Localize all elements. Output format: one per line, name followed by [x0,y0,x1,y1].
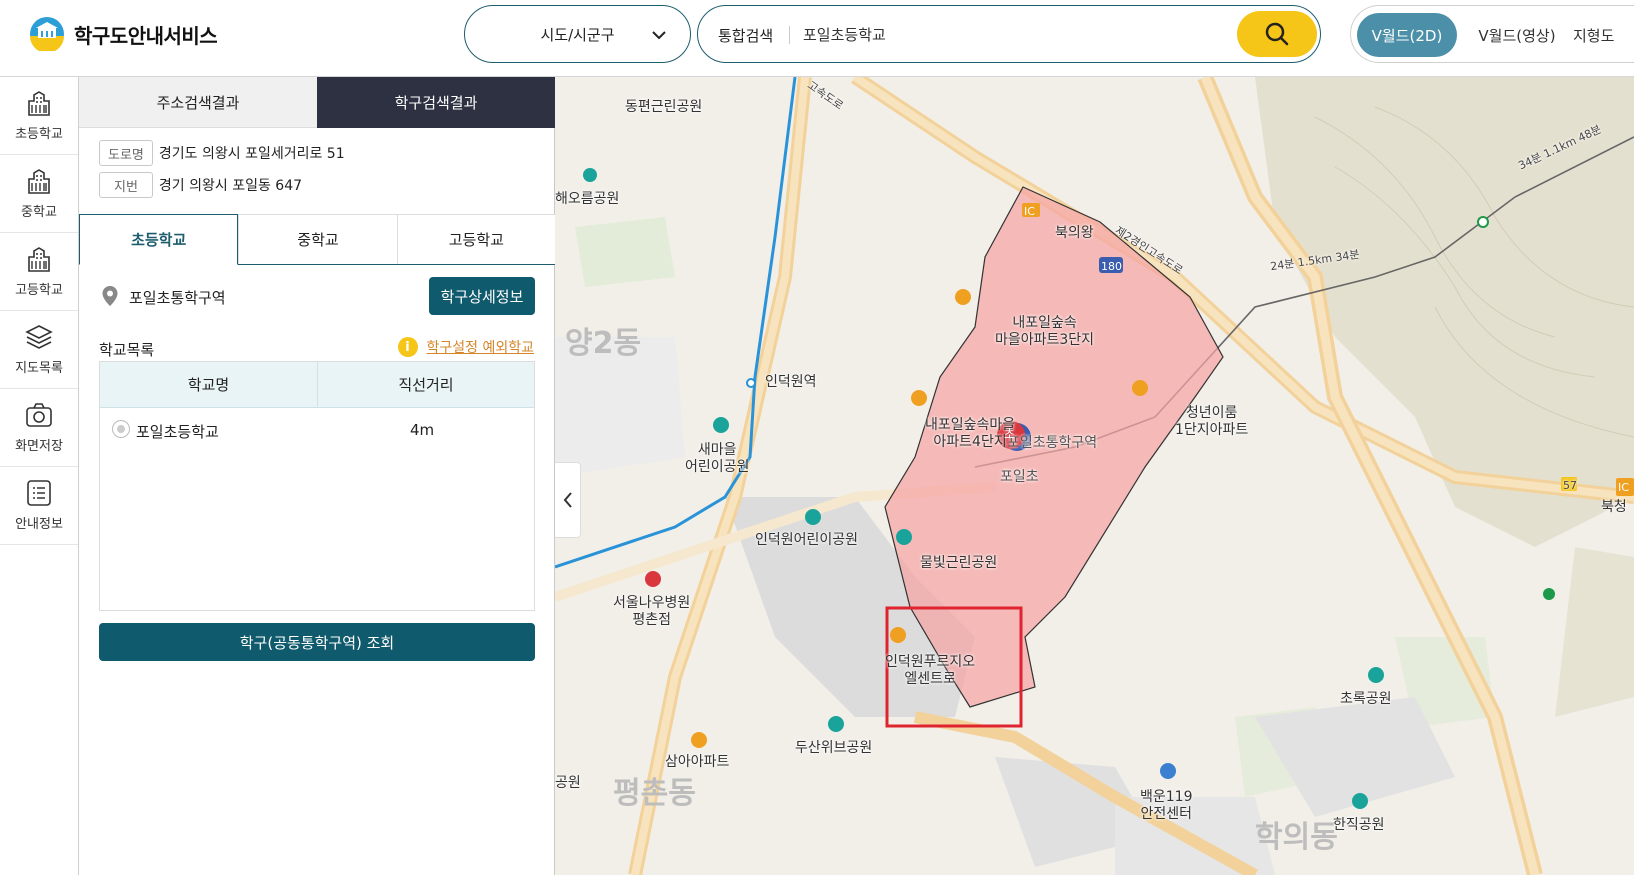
location-pin-icon [102,286,118,306]
tab-district-result[interactable]: 학구검색결과 [317,77,555,128]
rail-label: 고등학교 [15,283,63,298]
map-label: 서울나우병원 평촌점 [613,595,691,628]
search-button[interactable] [1237,11,1317,57]
lot-address-badge: 지번 [99,172,153,198]
region-select-label: 시도/시군구 [540,25,615,44]
app-title[interactable]: 학구도안내서비스 [74,20,218,49]
view-video-button[interactable]: V월드(영상) [1463,13,1571,57]
map-ic-badge: IC [1024,205,1035,218]
school-map-marker[interactable]: 초 [1004,426,1015,443]
map-view[interactable]: 동편근린공원 해오름공원 양2동 인덕원역 새마을 어린이공원 원 인덕원어린이… [555,77,1634,875]
document-list-icon [27,480,51,506]
map-label: 내포일숲속마을 아파트4단지 [925,417,1016,450]
map-road-badge: 57 [1563,479,1577,492]
rail-item-high[interactable]: 고등학교 [0,233,78,311]
map-view-toggle: V월드(2D) V월드(영상) 지형도 [1350,5,1634,63]
result-panel: 주소검색결과 학구검색결과 도로명 경기도 의왕시 포일세거리로 51 지번 경… [79,77,555,875]
tab-middle[interactable]: 중학교 [238,214,397,264]
info-icon: i [397,337,418,357]
school-table-header: 학교명 직선거리 [100,362,534,408]
rail-label: 초등학교 [15,127,63,142]
map-label: 인덕원역 [765,374,817,390]
shared-district-query-button[interactable]: 학구(공동통학구역) 조회 [99,623,535,661]
map-label: 물빛근린공원 [920,555,998,571]
school-table: 학교명 직선거리 포일초등학교 4m [99,361,535,611]
header-school-name: 학교명 [100,362,318,407]
map-label: 공원 [555,775,581,791]
rail-item-info[interactable]: 안내정보 [0,467,78,545]
district-detail-button[interactable]: 학구상세정보 [429,277,535,315]
map-label: 내포일숲속 마을아파트3단지 [995,315,1095,348]
search-icon [1265,22,1289,46]
rail-item-screen-save[interactable]: 화면저장 [0,389,78,467]
road-address-row: 도로명 경기도 의왕시 포일세거리로 51 [99,140,345,166]
search-label: 통합검색 [718,27,774,45]
chevron-left-icon [563,492,572,508]
tab-address-result[interactable]: 주소검색결과 [79,77,317,128]
exception-school-link-text: 학구설정 예외학교 [426,340,535,356]
map-highway-badge: 180 [1101,260,1122,273]
tab-elementary[interactable]: 초등학교 [79,214,239,265]
district-row: 포일초통학구역 학구상세정보 [99,277,535,315]
map-district-label: 양2동 [565,326,642,361]
result-tabs: 주소검색결과 학구검색결과 [79,77,555,128]
map-label: 동편근린공원 [625,99,703,115]
camera-icon [26,403,52,427]
rail-label: 중학교 [21,205,57,220]
icon-rail: 초등학교 중학교 고등학교 지도목록 화면저장 안내정보 [0,77,79,875]
rail-label: 안내정보 [15,517,63,532]
search-input[interactable] [803,19,1203,49]
rail-item-elementary[interactable]: 초등학교 [0,77,78,155]
search-divider [789,26,790,44]
panel-collapse-button[interactable] [555,462,581,538]
rail-label: 지도목록 [15,361,63,376]
building-icon [28,169,50,194]
map-label: 인덕원푸르지오 엘센트로 [885,654,976,687]
rail-item-map-list[interactable]: 지도목록 [0,311,78,389]
tab-high[interactable]: 고등학교 [396,214,555,264]
map-label: 북청 [1601,499,1627,515]
map-district-label: 평촌동 [613,776,696,811]
map-label: 북의왕 [1055,225,1094,241]
chevron-down-icon [652,31,666,40]
map-school-on-map: 포일초 [1000,469,1039,485]
lot-address: 경기 의왕시 포일동 647 [158,178,303,194]
road-address-badge: 도로명 [99,140,153,166]
header: 학구도안내서비스 시도/시군구 통합검색 V월드(2D) V월드(영상) 지형도 [0,0,1634,77]
map-label: 초록공원 [1340,691,1392,707]
map-district-label: 학의동 [1255,820,1338,855]
school-radio[interactable] [112,420,130,438]
school-level-tabs: 초등학교 중학교 고등학교 [79,214,555,265]
map-ic-badge: IC [1618,481,1629,494]
rail-label: 화면저장 [15,439,63,454]
view-2d-button[interactable]: V월드(2D) [1357,13,1457,57]
map-label: 해오름공원 [555,191,620,207]
school-distance: 4m [410,421,435,439]
map-label: 삼아아파트 [665,754,730,770]
district-name: 포일초통학구역 [129,289,226,307]
rail-item-middle[interactable]: 중학교 [0,155,78,233]
map-label: 백운119 안전센터 [1140,789,1193,822]
header-distance: 직선거리 [398,376,454,394]
building-icon [28,247,50,272]
table-row[interactable]: 포일초등학교 4m [100,408,534,452]
map-district-on-map: 포일초통학구역 [1007,435,1098,451]
layers-icon [25,325,53,349]
logo-icon[interactable] [30,17,64,51]
search-box: 통합검색 [697,5,1321,63]
map-label: 청년이룸 1단지아파트 [1175,405,1249,438]
road-address: 경기도 의왕시 포일세거리로 51 [158,146,345,162]
school-name: 포일초등학교 [136,423,219,441]
map-label: 새마을 어린이공원 [685,442,750,475]
building-icon [28,91,50,116]
region-select[interactable]: 시도/시군구 [464,5,691,63]
school-list-title: 학교목록 [99,341,155,359]
lot-address-row: 지번 경기 의왕시 포일동 647 [99,172,302,198]
view-terrain-button[interactable]: 지형도 [1573,13,1634,57]
map-label: 한직공원 [1333,817,1385,833]
map-label: 인덕원어린이공원 [755,532,859,548]
exception-school-link[interactable]: i 학구설정 예외학교 [397,337,535,357]
map-label: 두산위브공원 [795,740,873,756]
